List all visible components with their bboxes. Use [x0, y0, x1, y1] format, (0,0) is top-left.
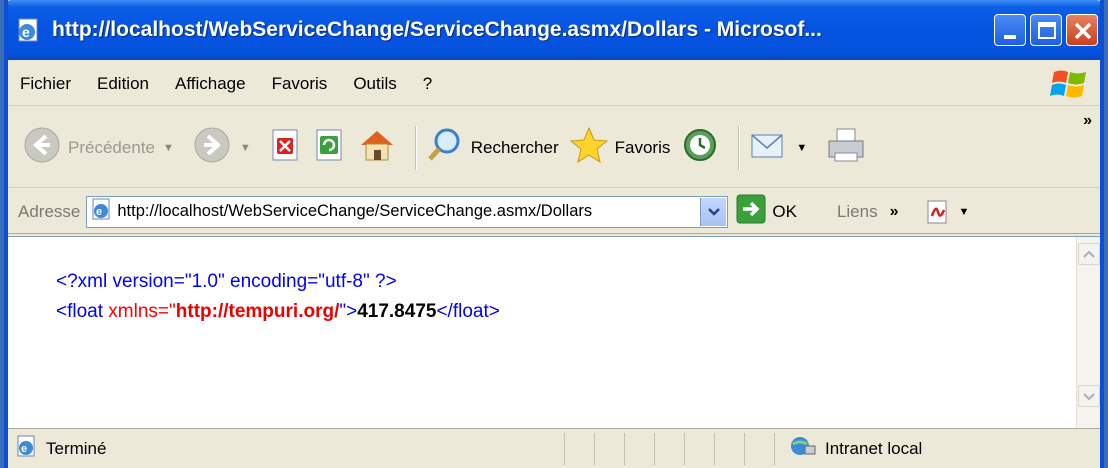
status-cell	[744, 432, 774, 465]
svg-text:e: e	[21, 443, 27, 455]
menu-edition[interactable]: Edition	[97, 74, 149, 94]
refresh-icon	[313, 128, 347, 167]
xml-float-element: <float xmlns="http://tempuri.org/">417.8…	[56, 297, 500, 327]
ie-page-icon: e	[16, 17, 42, 43]
home-icon	[357, 127, 397, 168]
forward-dropdown-icon[interactable]: ▼	[240, 142, 251, 154]
menu-fichier[interactable]: Fichier	[20, 74, 71, 94]
minimize-button[interactable]	[994, 14, 1026, 46]
zone-text: Intranet local	[825, 438, 923, 458]
status-bar: e Terminé Intranet local	[8, 428, 1100, 468]
status-cell	[714, 432, 744, 465]
status-cell	[594, 432, 624, 465]
vertical-scrollbar[interactable]	[1076, 237, 1100, 429]
xml-close-tag: </float>	[436, 301, 500, 322]
search-icon	[425, 125, 465, 170]
windows-logo-icon	[1050, 66, 1090, 102]
status-main: e Terminé	[8, 435, 564, 462]
menu-help[interactable]: ?	[423, 74, 432, 94]
status-cell	[624, 432, 654, 465]
stop-icon	[269, 128, 303, 167]
favorites-label: Favoris	[614, 137, 671, 157]
xml-attr-value: http://tempuri.org/	[175, 301, 340, 322]
xml-document: <?xml version="1.0" encoding="utf-8" ?> …	[56, 267, 500, 327]
go-label: OK	[772, 201, 797, 221]
forward-arrow-icon	[192, 125, 232, 170]
browser-window: e http://localhost/WebServiceChange/Serv…	[4, 0, 1104, 468]
page-content: <?xml version="1.0" encoding="utf-8" ?> …	[8, 236, 1100, 429]
close-button[interactable]	[1066, 14, 1098, 46]
toolbar-separator	[738, 125, 741, 170]
page-icon: e	[91, 198, 113, 225]
mail-icon	[748, 127, 788, 168]
status-cell	[684, 432, 714, 465]
address-url: http://localhost/WebServiceChange/Servic…	[117, 202, 593, 220]
menu-favoris[interactable]: Favoris	[272, 74, 328, 94]
back-dropdown-icon[interactable]: ▼	[163, 142, 174, 154]
refresh-button[interactable]	[313, 128, 347, 167]
menu-outils[interactable]: Outils	[353, 74, 396, 94]
intranet-icon	[789, 434, 817, 463]
xml-open-tag: <float	[56, 301, 109, 322]
back-button[interactable]: Précédente ▼	[22, 125, 182, 170]
svg-text:e: e	[22, 24, 30, 40]
star-icon	[569, 125, 609, 170]
page-done-icon: e	[16, 435, 38, 462]
scroll-down-button[interactable]	[1078, 385, 1100, 407]
status-cell	[654, 432, 684, 465]
status-cell	[564, 432, 594, 465]
menu-affichage[interactable]: Affichage	[175, 74, 246, 94]
pdf-icon[interactable]: ▼	[924, 198, 969, 226]
address-input[interactable]: e http://localhost/WebServiceChange/Serv…	[86, 195, 729, 228]
home-button[interactable]	[357, 127, 397, 168]
xml-attr-name: xmlns="	[108, 301, 176, 322]
print-button[interactable]	[825, 125, 867, 170]
title-bar[interactable]: e http://localhost/WebServiceChange/Serv…	[8, 0, 1100, 60]
favorites-button[interactable]: Favoris	[569, 125, 671, 170]
back-arrow-icon	[22, 125, 62, 170]
status-text: Terminé	[46, 438, 107, 458]
address-dropdown-button[interactable]	[700, 197, 727, 226]
xml-open-tag-end: ">	[339, 301, 358, 322]
back-label: Précédente	[68, 137, 155, 157]
scroll-up-button[interactable]	[1078, 243, 1100, 265]
links-label[interactable]: Liens	[837, 202, 878, 222]
go-arrow-icon	[736, 194, 766, 229]
search-label: Rechercher	[470, 137, 559, 157]
stop-button[interactable]	[269, 128, 303, 167]
mail-dropdown-icon[interactable]: ▼	[796, 142, 807, 154]
toolbar: Précédente ▼ ▼ Rechercher Favoris ▼ »	[8, 108, 1100, 188]
window-title: http://localhost/WebServiceChange/Servic…	[52, 18, 822, 41]
menu-bar: Fichier Edition Affichage Favoris Outils…	[8, 62, 1100, 106]
go-button[interactable]: OK	[736, 194, 797, 229]
links-overflow-button[interactable]: »	[890, 203, 899, 221]
address-label: Adresse	[18, 201, 81, 221]
printer-icon	[825, 125, 867, 170]
mail-button[interactable]: ▼	[748, 127, 815, 168]
maximize-button[interactable]	[1030, 14, 1062, 46]
toolbar-overflow-button[interactable]: »	[1083, 112, 1092, 130]
history-button[interactable]	[680, 125, 720, 170]
forward-button[interactable]: ▼	[192, 125, 259, 170]
search-button[interactable]: Rechercher	[425, 125, 559, 170]
security-zone[interactable]: Intranet local	[774, 432, 1070, 465]
xml-value: 417.8475	[357, 301, 437, 322]
xml-declaration: <?xml version="1.0" encoding="utf-8" ?>	[56, 271, 397, 292]
svg-text:e: e	[96, 206, 102, 218]
history-icon	[680, 125, 720, 170]
address-bar: Adresse e http://localhost/WebServiceCha…	[8, 190, 1100, 234]
toolbar-separator	[414, 125, 417, 170]
